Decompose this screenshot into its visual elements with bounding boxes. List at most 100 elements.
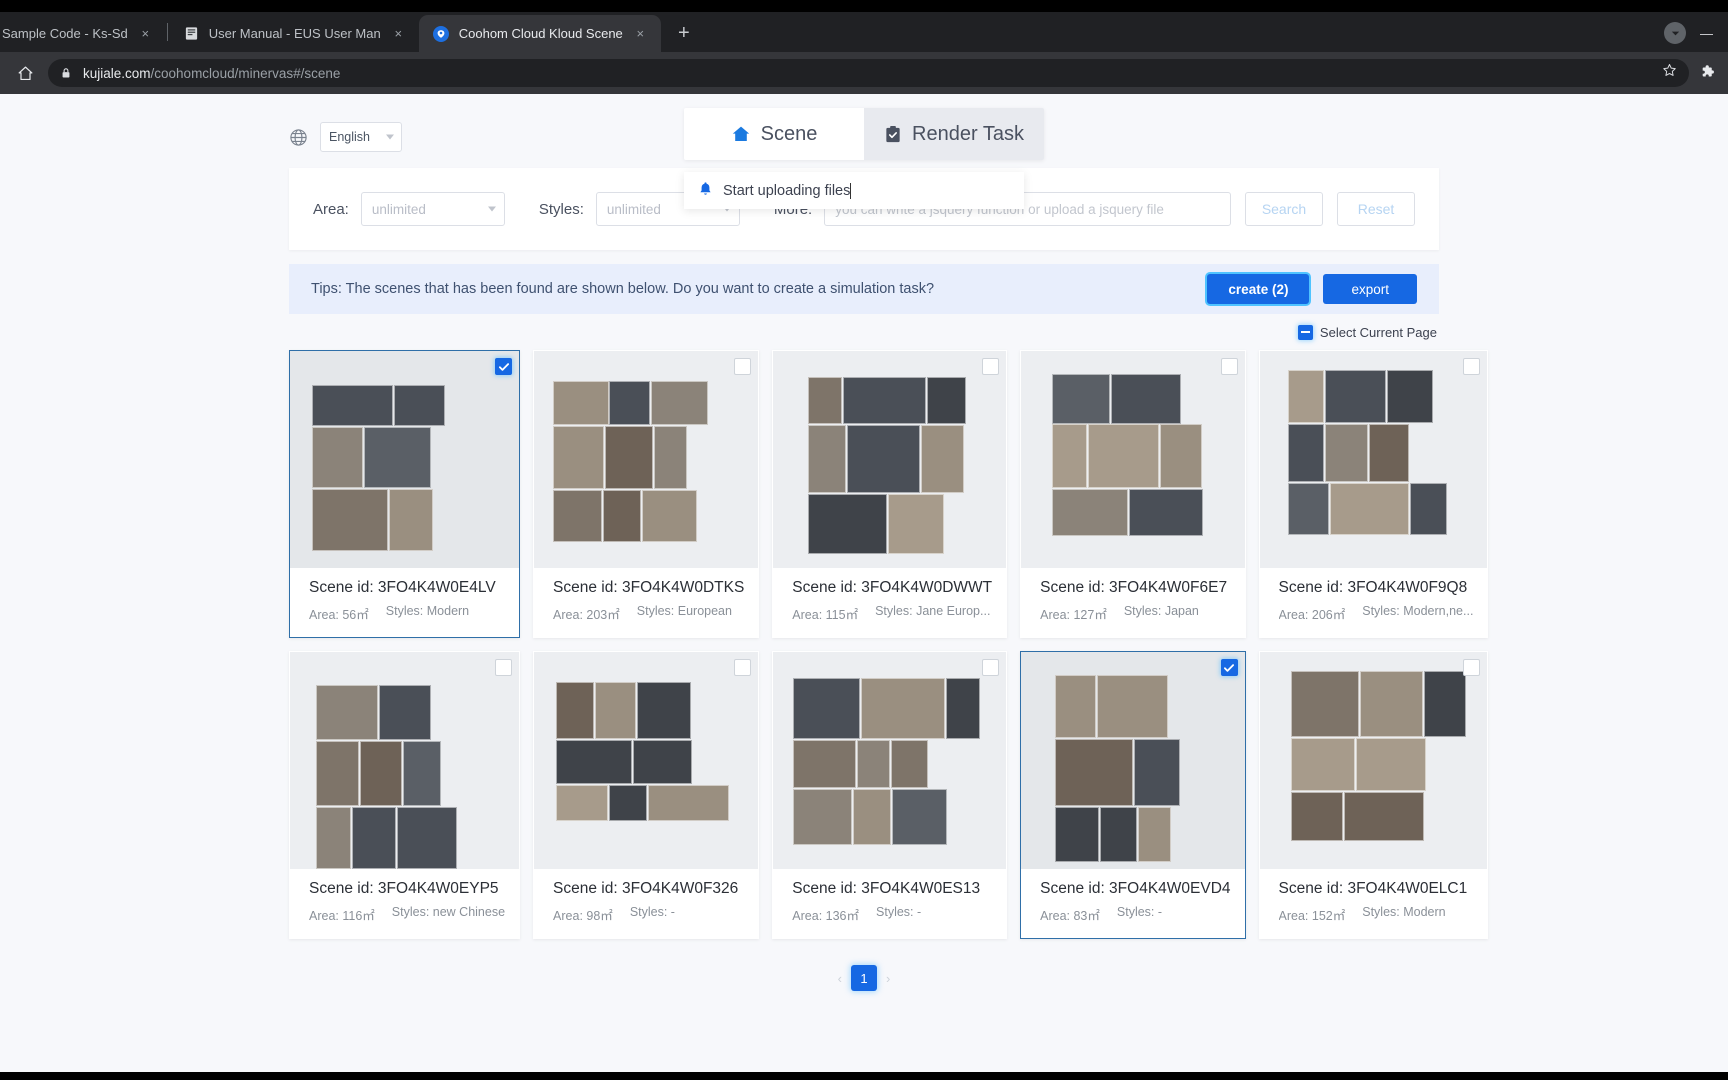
scene-card[interactable]: Scene id: 3FO4K4W0EYP5 Area: 116㎡ Styles: …: [289, 651, 521, 939]
url-domain: kujiale.com: [83, 65, 151, 81]
scene-card[interactable]: Scene id: 3FO4K4W0F326 Area: 98㎡ Styles: -: [533, 651, 760, 939]
scene-thumbnail[interactable]: [1259, 351, 1488, 568]
scene-area: Area: 98㎡: [553, 909, 613, 923]
prev-page-button[interactable]: ‹: [838, 971, 842, 986]
scene-card-body: Scene id: 3FO4K4W0EYP5 Area: 116㎡ Styles: …: [290, 869, 519, 938]
profile-avatar-icon[interactable]: [1664, 22, 1686, 44]
scene-thumbnail[interactable]: [1021, 351, 1245, 568]
scene-title: Scene id: 3FO4K4W0EYP5: [309, 880, 499, 897]
extensions-puzzle-icon[interactable]: [1699, 64, 1716, 82]
scene-thumbnail[interactable]: [1259, 652, 1488, 869]
area-select[interactable]: unlimited: [360, 192, 505, 226]
new-tab-button[interactable]: +: [669, 18, 699, 48]
select-current-page-label: Select Current Page: [1319, 324, 1437, 340]
upload-toast-text: Start uploading files: [723, 182, 852, 199]
scene-card[interactable]: Scene id: 3FO4K4W0E4LV Area: 56㎡ Styles: M…: [289, 350, 521, 638]
bell-icon: [698, 181, 713, 201]
main-tabs: Scene Render Task: [684, 108, 1044, 160]
scene-card[interactable]: Scene id: 3FO4K4W0DWWT Area: 115㎡ Styles: …: [772, 350, 1008, 638]
styles-select-value: unlimited: [606, 201, 661, 217]
scene-title: Scene id: 3FO4K4W0ES13: [792, 880, 981, 897]
scene-styles: Styles: European: [636, 604, 732, 618]
scene-thumbnail[interactable]: [290, 351, 520, 568]
home-icon: [731, 124, 751, 144]
pagination: ‹ 1 ›: [289, 965, 1439, 991]
scene-card-body: Scene id: 3FO4K4W0E4LV Area: 56㎡ Styles: M…: [290, 568, 519, 637]
scene-select-checkbox[interactable]: [734, 358, 752, 375]
chevron-down-icon: [386, 134, 394, 140]
export-button[interactable]: export: [1323, 274, 1417, 304]
home-icon[interactable]: [12, 60, 38, 86]
tab-render-task[interactable]: Render Task: [864, 108, 1044, 160]
book-icon: [183, 25, 200, 42]
scene-card[interactable]: Scene id: 3FO4K4W0DTKS Area: 203㎡ Styles: …: [533, 350, 760, 638]
reset-button[interactable]: Reset: [1337, 192, 1415, 226]
scene-card[interactable]: Scene id: 3FO4K4W0F9Q8 Area: 206㎡ Styles: …: [1258, 350, 1489, 638]
scene-card-body: Scene id: 3FO4K4W0DTKS Area: 203㎡ Styles: …: [534, 568, 758, 637]
page-number-1[interactable]: 1: [851, 965, 877, 991]
scene-thumbnail[interactable]: [1021, 652, 1245, 869]
bookmark-star-icon[interactable]: [1662, 63, 1677, 83]
scene-select-checkbox[interactable]: [1463, 659, 1481, 676]
scene-meta: Area: 206㎡ Styles: Modern,ne...: [1279, 604, 1474, 623]
scene-card[interactable]: Scene id: 3FO4K4W0EVD4 Area: 83㎡ Styles: -: [1020, 651, 1246, 939]
search-button[interactable]: Search: [1245, 192, 1323, 226]
app-topbar: English Scene Render Task: [289, 94, 1439, 166]
scene-card-body: Scene id: 3FO4K4W0F6E7 Area: 127㎡ Styles: …: [1021, 568, 1244, 637]
scene-card[interactable]: Scene id: 3FO4K4W0F6E7 Area: 127㎡ Styles: …: [1020, 350, 1246, 638]
scene-styles: Styles: new Chinese: [391, 905, 506, 919]
close-icon[interactable]: ×: [390, 25, 407, 42]
scene-thumbnail[interactable]: [534, 351, 759, 568]
scene-title: Scene id: 3FO4K4W0F6E7: [1040, 579, 1228, 596]
scene-styles: Styles: Modern,ne...: [1362, 604, 1474, 618]
scene-title: Scene id: 3FO4K4W0EVD4: [1040, 880, 1231, 897]
scene-select-checkbox[interactable]: [1220, 659, 1238, 676]
next-page-button[interactable]: ›: [886, 971, 890, 986]
scene-styles: Styles: -: [1116, 905, 1163, 919]
browser-tab-2[interactable]: User Manual - EUS User Manu ×: [169, 15, 419, 52]
scene-meta: Area: 127㎡ Styles: Japan: [1040, 604, 1230, 623]
scene-card-body: Scene id: 3FO4K4W0ES13 Area: 136㎡ Styles: …: [773, 869, 1006, 938]
tab-render-task-label: Render Task: [912, 122, 1024, 145]
scene-meta: Area: 203㎡ Styles: European: [553, 604, 744, 623]
scene-card[interactable]: Scene id: 3FO4K4W0ES13 Area: 136㎡ Styles: …: [772, 651, 1008, 939]
scene-title: Scene id: 3FO4K4W0F326: [553, 880, 739, 897]
scene-meta: Area: 116㎡ Styles: new Chinese: [309, 905, 505, 924]
create-button[interactable]: create (2): [1207, 274, 1310, 304]
browser-tab-3[interactable]: Coohom Cloud Kloud Scene ×: [418, 15, 661, 52]
scene-thumbnail[interactable]: [773, 652, 1007, 869]
language-select[interactable]: English: [320, 122, 402, 152]
scene-select-checkbox[interactable]: [1220, 358, 1238, 375]
scene-area: Area: 127㎡: [1040, 608, 1107, 622]
scene-select-checkbox[interactable]: [982, 659, 1000, 676]
scene-title: Scene id: 3FO4K4W0DTKS: [553, 579, 745, 596]
scene-select-checkbox[interactable]: [495, 659, 513, 676]
scene-card[interactable]: Scene id: 3FO4K4W0ELC1 Area: 152㎡ Styles: …: [1258, 651, 1489, 939]
scene-select-checkbox[interactable]: [734, 659, 752, 676]
tab-scene[interactable]: Scene: [684, 108, 864, 160]
scene-thumbnail[interactable]: [290, 652, 520, 869]
minimize-button[interactable]: —: [1700, 26, 1714, 41]
upload-toast: Start uploading files: [684, 172, 1024, 209]
scene-card-body: Scene id: 3FO4K4W0ELC1 Area: 152㎡ Styles: …: [1260, 869, 1488, 938]
scene-title: Scene id: 3FO4K4W0ELC1: [1278, 880, 1468, 897]
scene-area: Area: 206㎡: [1278, 608, 1346, 622]
scene-select-checkbox[interactable]: [1463, 358, 1481, 375]
close-icon[interactable]: ×: [632, 25, 649, 42]
scene-select-checkbox[interactable]: [982, 358, 1000, 375]
scene-title: Scene id: 3FO4K4W0DWWT: [792, 579, 993, 596]
address-bar[interactable]: kujiale.com/coohomcloud/minervas#/scene: [48, 59, 1689, 87]
window-titlebar: [0, 0, 1728, 12]
scene-title: Scene id: 3FO4K4W0F9Q8: [1278, 579, 1468, 596]
scene-meta: Area: 83㎡ Styles: -: [1040, 905, 1230, 924]
scene-thumbnail[interactable]: [534, 652, 759, 869]
scene-title: Scene id: 3FO4K4W0E4LV: [309, 579, 496, 596]
select-current-page-checkbox[interactable]: [1297, 324, 1313, 340]
clipboard-check-icon: [884, 125, 902, 144]
scene-grid: Scene id: 3FO4K4W0E4LV Area: 56㎡ Styles: M…: [289, 350, 1489, 939]
scene-select-checkbox[interactable]: [495, 358, 513, 375]
scene-area: Area: 116㎡: [309, 909, 375, 923]
browser-tab-1[interactable]: Sample Code - Ks-Sd ×: [0, 15, 166, 52]
scene-thumbnail[interactable]: [773, 351, 1007, 568]
close-icon[interactable]: ×: [137, 25, 154, 42]
